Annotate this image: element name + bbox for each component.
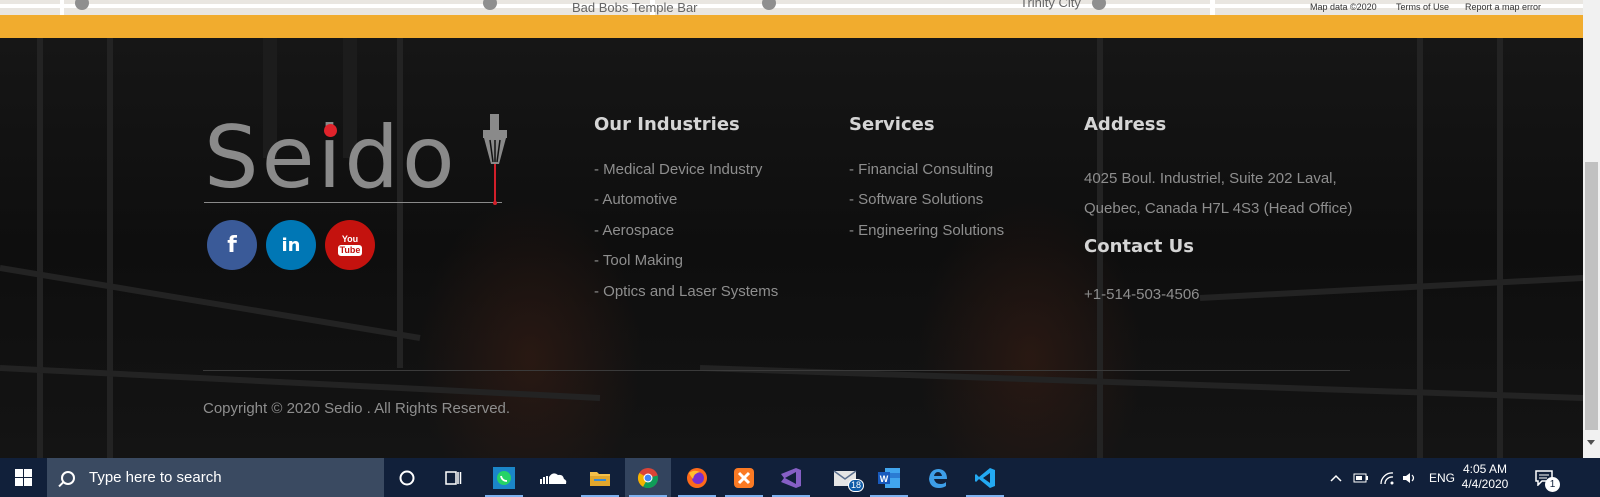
youtube-button[interactable]: You Tube [325,220,375,270]
vscode-app[interactable] [962,458,1008,497]
xampp-app[interactable] [721,458,767,497]
firefox-app[interactable] [674,458,720,497]
linkedin-button[interactable]: in [266,220,316,270]
system-tray: ENG [1327,458,1455,497]
volume-icon[interactable] [1401,471,1417,485]
facebook-icon: f [227,232,237,258]
map-pin-icon[interactable] [762,0,776,10]
service-link[interactable]: - Engineering Solutions [849,221,1004,251]
search-placeholder: Type here to search [89,469,222,486]
address-line-2: Quebec, Canada H7L 4S3 (Head Office) [1084,200,1353,217]
laser-nozzle-icon [483,114,507,205]
industry-link[interactable]: - Tool Making [594,251,778,281]
service-link[interactable]: - Software Solutions [849,190,1004,220]
whatsapp-app[interactable] [481,458,527,497]
address-text: 4025 Boul. Industriel, Suite 202 Laval, … [1084,164,1353,224]
scrollbar-thumb[interactable] [1585,162,1598,430]
map-report-error-link[interactable]: Report a map error [1465,1,1541,13]
address-line-1: 4025 Boul. Industriel, Suite 202 Laval, [1084,170,1337,187]
industry-link[interactable]: - Aerospace [594,221,778,251]
system-clock[interactable]: 4:05 AM 4/4/2020 [1454,462,1516,492]
vscode-icon [975,467,995,488]
footer-divider [203,370,1350,371]
task-view-icon [445,470,462,485]
map-road [1210,0,1215,15]
soundcloud-icon [540,472,567,484]
industry-link[interactable]: - Automotive [594,190,778,220]
task-view-button[interactable] [430,458,476,497]
map-label-city: Trinity City [1020,0,1081,10]
logo-wordmark: Seido [204,108,458,208]
industry-link[interactable]: - Medical Device Industry [594,160,778,190]
edge-icon [929,468,947,488]
visual-studio-app[interactable] [768,458,814,497]
start-button[interactable] [0,458,47,497]
soundcloud-app[interactable] [530,458,576,497]
youtube-icon-bottom: Tube [337,244,363,256]
service-link[interactable]: - Financial Consulting [849,160,1004,190]
whatsapp-icon [493,466,515,489]
word-icon: W [878,467,900,488]
linkedin-icon: in [281,234,301,256]
mail-unread-badge: 18 [847,479,864,492]
address-heading: Address [1084,114,1167,135]
phone-link[interactable]: +1-514-503-4506 [1084,286,1200,303]
chrome-icon [637,467,659,488]
taskbar-search-box[interactable]: Type here to search [47,458,384,497]
contact-heading: Contact Us [1084,236,1195,257]
industries-heading: Our Industries [594,114,740,135]
services-list: - Financial Consulting - Software Soluti… [849,160,1004,251]
logo-dot [324,124,337,137]
youtube-icon-top: You [341,233,359,244]
file-explorer-app[interactable] [577,458,623,497]
accent-bar [0,15,1583,38]
notification-count-badge: 1 [1545,477,1560,492]
seido-logo[interactable]: Seido [204,108,524,209]
windows-taskbar: Type here to search 18 W ENG 4:05 AM 4/4… [0,458,1600,497]
map-pin-icon[interactable] [1092,0,1106,10]
edge-app[interactable] [915,458,961,497]
services-heading: Services [849,114,935,135]
windows-logo-icon [15,469,32,486]
scroll-down-arrow-icon[interactable] [1587,440,1595,445]
clock-time: 4:05 AM [1462,462,1508,476]
map-pin-icon[interactable] [483,0,497,10]
firefox-icon [687,467,707,488]
youtube-icon: You Tube [337,233,363,256]
map-road [60,0,64,15]
facebook-button[interactable]: f [207,220,257,270]
battery-icon[interactable] [1353,473,1369,483]
map-data-attribution: Map data ©2020 [1310,2,1377,12]
industries-list: - Medical Device Industry - Automotive -… [594,160,778,312]
folder-icon [590,471,610,486]
map-pin-icon[interactable] [75,0,89,10]
clock-date: 4/4/2020 [1461,477,1509,491]
language-indicator[interactable]: ENG [1429,471,1455,485]
cortana-icon [399,470,415,485]
industry-link[interactable]: - Optics and Laser Systems [594,282,778,312]
visual-studio-icon [781,467,801,488]
wifi-icon[interactable] [1379,471,1395,485]
show-hidden-icons-icon[interactable] [1329,473,1343,483]
chrome-app[interactable] [625,458,671,497]
logo-underline [204,202,502,203]
map-label-bar: Bad Bobs Temple Bar [572,0,698,15]
site-footer: Seido f in You Tube Our Industries - Med… [0,38,1583,458]
word-app[interactable]: W [866,458,912,497]
mail-app[interactable]: 18 [822,458,868,497]
svg-text:W: W [880,474,889,484]
map-strip[interactable]: Bad Bobs Temple Bar Trinity City Map dat… [0,0,1583,15]
copyright-text: Copyright © 2020 Sedio . All Rights Rese… [203,400,511,417]
action-center-button[interactable]: 1 [1524,458,1564,497]
xampp-icon [734,467,754,488]
search-icon [61,470,75,485]
map-terms-link[interactable]: Terms of Use [1396,1,1449,13]
cortana-button[interactable] [384,458,430,497]
page-scrollbar[interactable] [1583,0,1600,458]
